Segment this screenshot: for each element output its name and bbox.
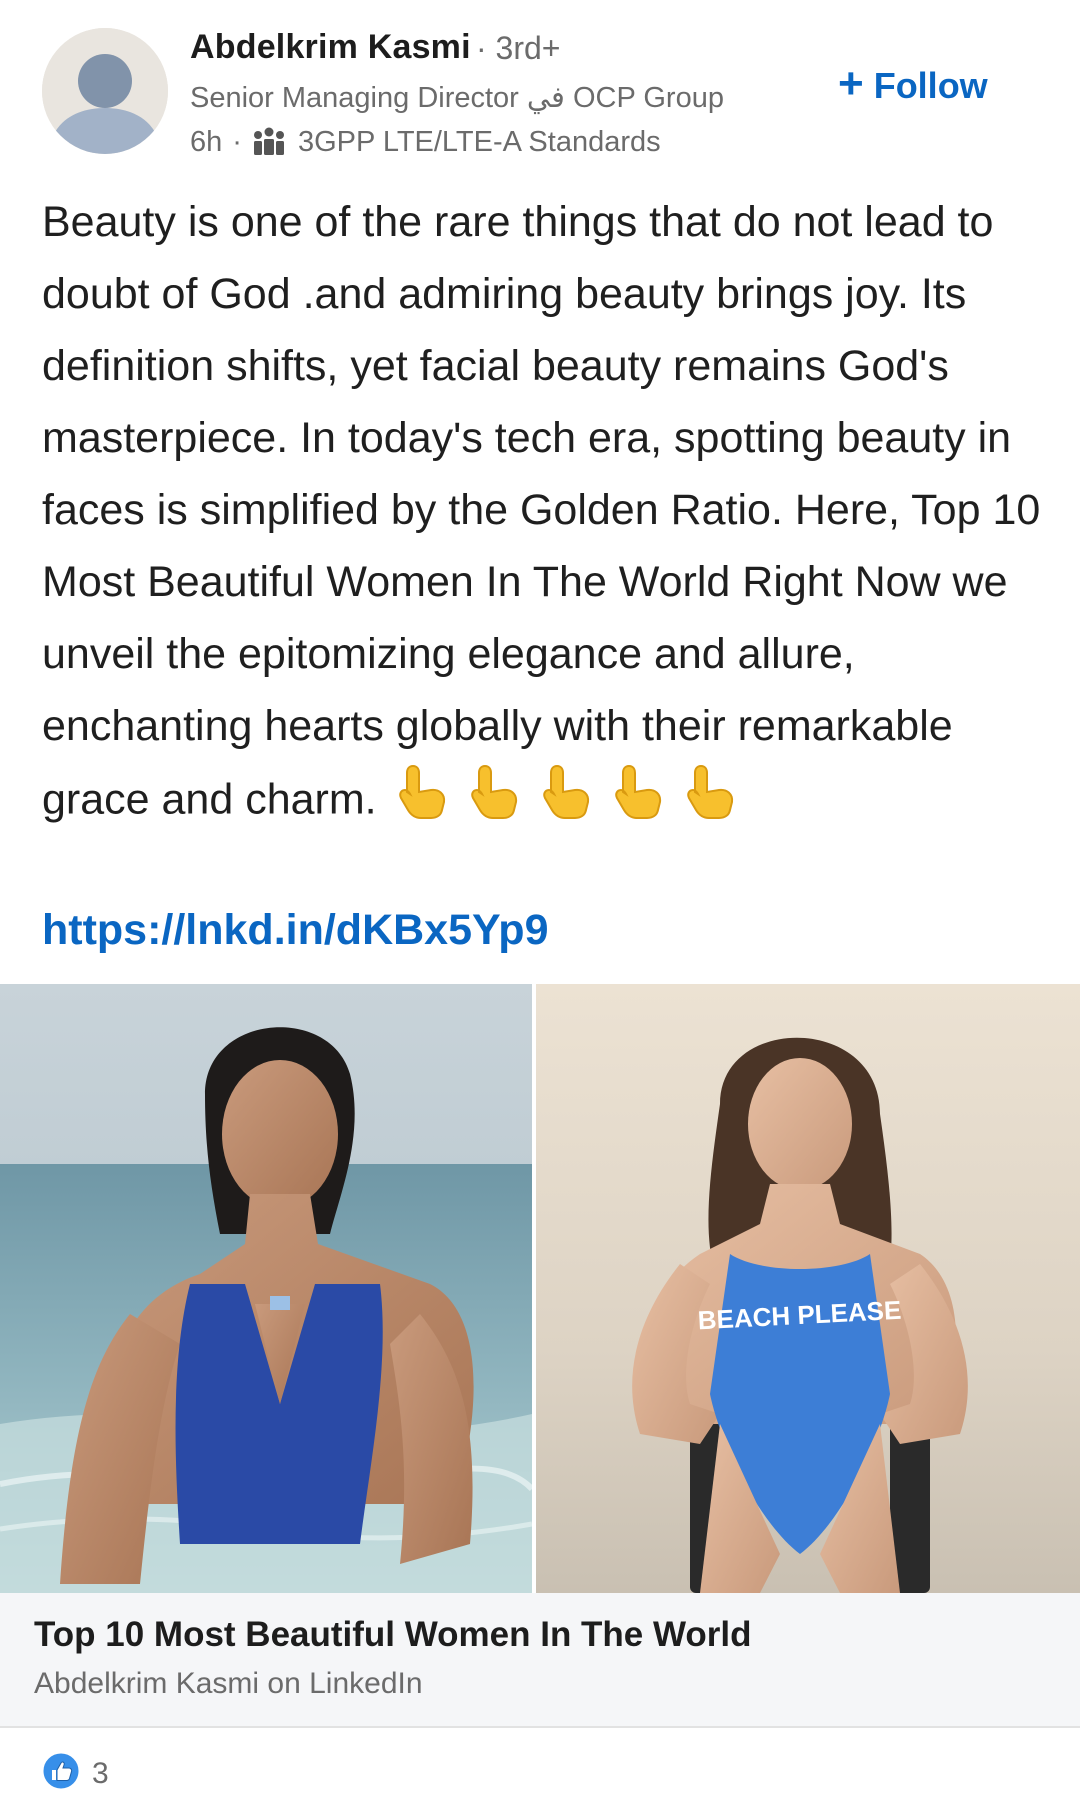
follow-label: Follow [873, 65, 988, 106]
reactions-bar[interactable]: 3 [42, 1752, 109, 1795]
pointing-down-emoji-icon [395, 762, 449, 842]
follow-button[interactable]: + Follow [838, 60, 988, 112]
plus-icon: + [838, 59, 864, 108]
group-name[interactable]: 3GPP LTE/LTE-A Standards [298, 126, 661, 159]
article-card[interactable]: Top 10 Most Beautiful Women In The World… [0, 1593, 1080, 1728]
author-name[interactable]: Abdelkrim Kasmi [190, 28, 471, 67]
post-header: Abdelkrim Kasmi · 3rd+ Senior Managing D… [0, 0, 1080, 175]
post-body: Beauty is one of the rare things that do… [42, 186, 1052, 842]
article-title: Top 10 Most Beautiful Women In The World [34, 1615, 752, 1654]
person-placeholder-icon [42, 28, 168, 154]
post-link[interactable]: https://lnkd.in/dKBx5Yp9 [42, 906, 549, 955]
pointing-down-emoji-icon [467, 762, 521, 842]
pointing-down-emoji-icon [611, 762, 665, 842]
post-meta: 6h · 3GPP LTE/LTE-A Standards [190, 122, 661, 162]
pointing-down-emoji-icon [683, 762, 737, 842]
author-headline: Senior Managing Director في OCP Group [190, 82, 724, 114]
meta-separator: · [232, 125, 242, 158]
like-icon [42, 1752, 80, 1795]
article-image[interactable]: BEACH PLEASE [0, 984, 1080, 1593]
emoji-row [395, 762, 737, 842]
left-photo [0, 984, 535, 1593]
pointing-down-emoji-icon [539, 762, 593, 842]
author-avatar[interactable] [42, 28, 168, 154]
group-icon [252, 127, 286, 157]
reaction-count: 3 [92, 1756, 109, 1790]
article-photo-collage: BEACH PLEASE [0, 984, 1080, 1593]
right-photo: BEACH PLEASE [536, 984, 1080, 1593]
connection-degree: · 3rd+ [476, 30, 561, 66]
post-text: Beauty is one of the rare things that do… [42, 198, 1041, 824]
post-time: 6h [190, 125, 223, 158]
article-source: Abdelkrim Kasmi on LinkedIn [34, 1667, 423, 1700]
